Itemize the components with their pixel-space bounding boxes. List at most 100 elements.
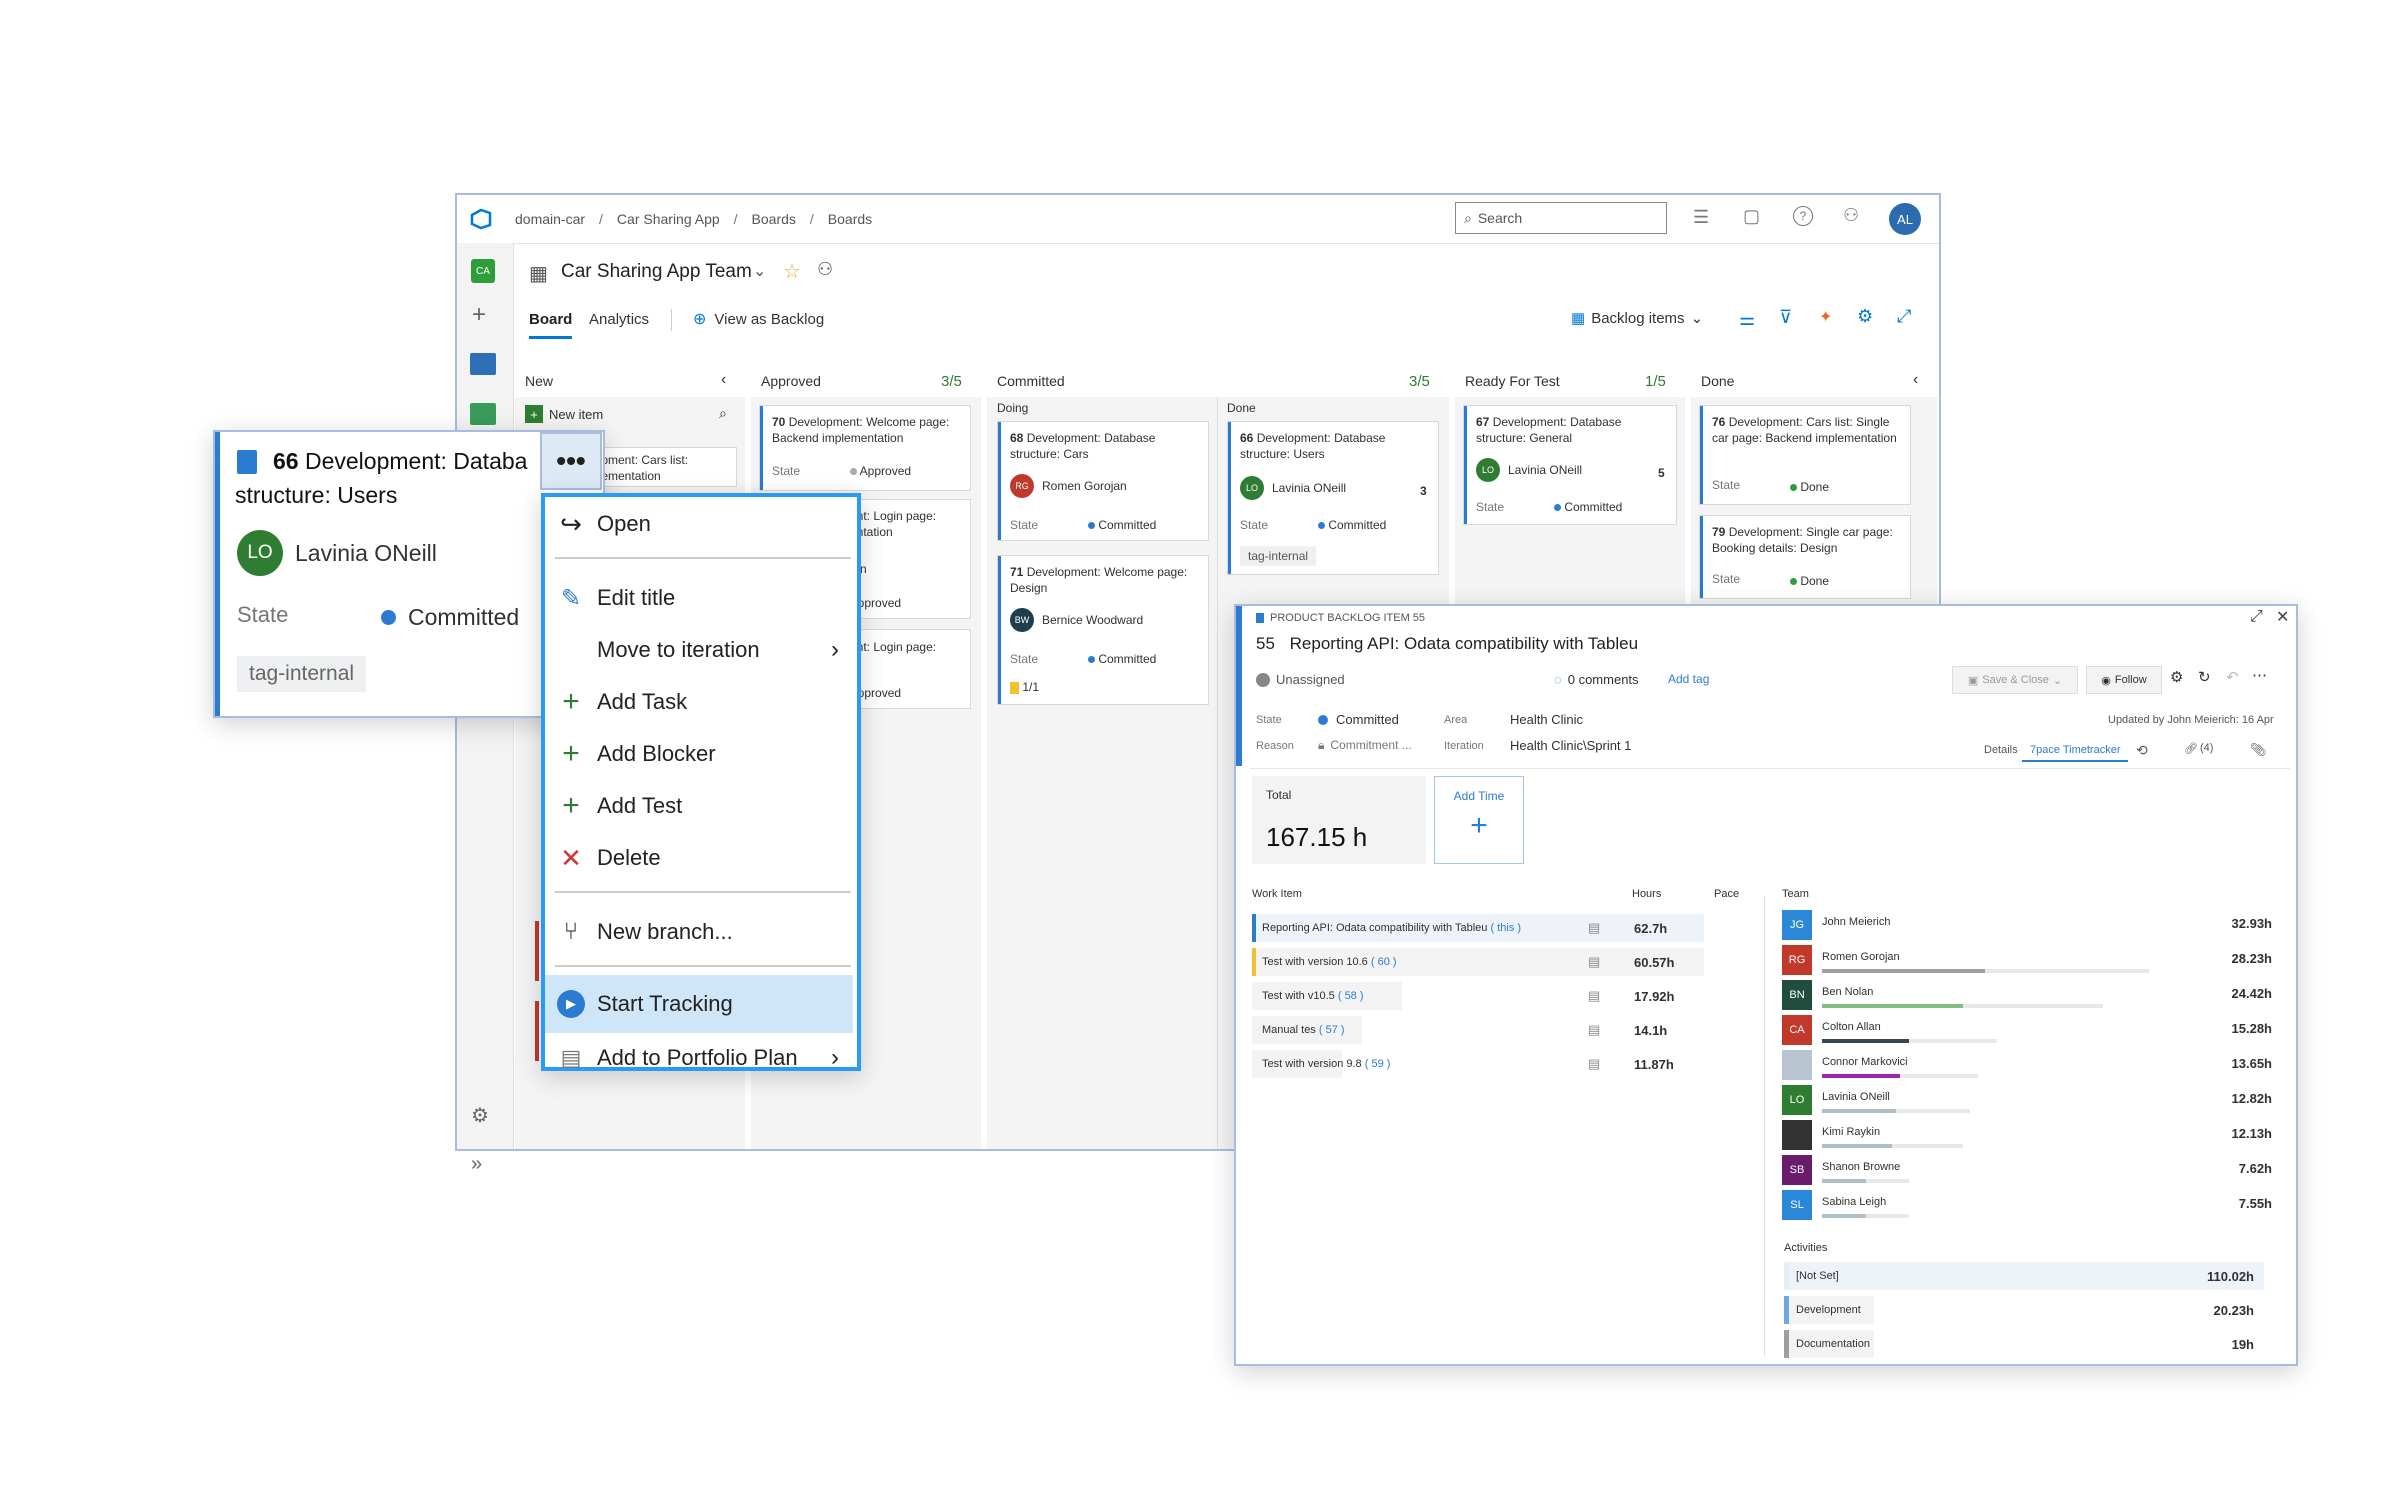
- close-icon[interactable]: ✕: [2276, 607, 2289, 627]
- breadcrumb-boards-page[interactable]: Boards: [828, 211, 872, 227]
- state-field[interactable]: Committed: [1318, 712, 1399, 727]
- tab-7pace-timetracker[interactable]: 7pace Timetracker: [2022, 740, 2129, 762]
- card-title[interactable]: Development: Databa: [305, 448, 527, 474]
- expand-icon[interactable]: ⤢: [2250, 608, 2263, 626]
- breadcrumb-boards[interactable]: Boards: [752, 211, 796, 227]
- team-row[interactable]: BN Ben Nolan 24.42h: [1782, 980, 2282, 1012]
- view-as-backlog-link[interactable]: ⊕ View as Backlog: [693, 309, 824, 329]
- team-row[interactable]: Connor Markovici 13.65h: [1782, 1050, 2282, 1082]
- board-card[interactable]: 67 Development: Database structure: Gene…: [1463, 405, 1677, 525]
- history-icon[interactable]: ⟲: [2136, 742, 2148, 759]
- user-settings-icon[interactable]: ⚇: [1843, 205, 1859, 226]
- boards-icon[interactable]: [470, 403, 496, 425]
- filter-icon[interactable]: ⊽: [1779, 307, 1792, 328]
- add-time-button[interactable]: Add Time +: [1434, 776, 1524, 864]
- team-row[interactable]: SB Shanon Browne 7.62h: [1782, 1155, 2282, 1187]
- menu-item-add-to-portfolio-plan[interactable]: ▤ Add to Portfolio Plan ›: [545, 1033, 853, 1083]
- menu-item-add-blocker[interactable]: + Add Blocker: [545, 729, 853, 779]
- collapse-chevron-icon[interactable]: ‹: [1913, 371, 1918, 389]
- add-tag-button[interactable]: Add tag: [1668, 672, 1709, 686]
- board-card[interactable]: 70 Development: Welcome page: Backend im…: [759, 405, 971, 491]
- settings-gear-icon[interactable]: ⚙: [2170, 668, 2183, 686]
- team-row[interactable]: SL Sabina Leigh 7.55h: [1782, 1190, 2282, 1222]
- table-row[interactable]: Manual tes ( 57 ) ▤ 14.1h: [1252, 1016, 1704, 1044]
- timesheet-icon[interactable]: ▤: [1588, 988, 1600, 1004]
- activity-row[interactable]: Documentation 19h: [1784, 1330, 2264, 1358]
- menu-item-edit-title[interactable]: ✎ Edit title: [545, 573, 853, 623]
- undo-icon[interactable]: ↶: [2226, 668, 2239, 686]
- menu-item-new-branch[interactable]: ⑂ New branch...: [545, 907, 853, 957]
- menu-item-delete[interactable]: ✕ Delete: [545, 833, 853, 883]
- card-title-line2[interactable]: structure: Users: [235, 482, 397, 509]
- table-row[interactable]: Test with version 10.6 ( 60 ) ▤ 60.57h: [1252, 948, 1704, 976]
- search-icon[interactable]: ⌕: [719, 405, 727, 422]
- list-icon[interactable]: ☰: [1693, 207, 1709, 228]
- work-item-title[interactable]: Reporting API: Odata compatibility with …: [1290, 634, 1638, 653]
- activity-row[interactable]: [Not Set] 110.02h: [1784, 1262, 2264, 1290]
- table-row[interactable]: Test with v10.5 ( 58 ) ▤ 17.92h: [1252, 982, 1704, 1010]
- project-avatar[interactable]: CA: [471, 259, 495, 283]
- team-row[interactable]: LO Lavinia ONeill 12.82h: [1782, 1085, 2282, 1117]
- comments-link[interactable]: ◌ 0 comments: [1554, 672, 1639, 687]
- breadcrumb-project[interactable]: Car Sharing App: [617, 211, 720, 227]
- reason-field[interactable]: 🔒︎ Commitment ...: [1318, 738, 1412, 753]
- assignee-picker[interactable]: Unassigned: [1256, 672, 1345, 687]
- board-card[interactable]: 68 Development: Database structure: Cars…: [997, 421, 1209, 541]
- assignee-name[interactable]: Lavinia ONeill: [295, 540, 437, 567]
- menu-item-open[interactable]: ↪ Open: [545, 499, 853, 549]
- menu-item-move-to-iteration[interactable]: Move to iteration ›: [545, 625, 853, 675]
- timesheet-icon[interactable]: ▤: [1588, 954, 1600, 970]
- table-row[interactable]: Reporting API: Odata compatibility with …: [1252, 914, 1704, 942]
- save-close-button[interactable]: ▣ Save & Close ⌄: [1952, 666, 2078, 694]
- team-row[interactable]: CA Colton Allan 15.28h: [1782, 1015, 2282, 1047]
- activity-row[interactable]: Development 20.23h: [1784, 1296, 2264, 1324]
- breadcrumb-org[interactable]: domain-car: [515, 211, 585, 227]
- timesheet-icon[interactable]: ▤: [1588, 1056, 1600, 1072]
- menu-item-add-task[interactable]: + Add Task: [545, 677, 853, 727]
- fullscreen-icon[interactable]: ⤢: [1897, 306, 1911, 327]
- tag-badge[interactable]: tag-internal: [237, 656, 367, 692]
- help-icon[interactable]: ?: [1793, 206, 1813, 226]
- board-card[interactable]: 66 Development: Database structure: User…: [1227, 421, 1439, 575]
- tab-details[interactable]: Details: [1976, 740, 2026, 760]
- chevron-down-icon[interactable]: ⌄: [753, 261, 766, 281]
- team-row[interactable]: Kimi Raykin 12.13h: [1782, 1120, 2282, 1152]
- team-row[interactable]: JG John Meierich 32.93h: [1782, 910, 2282, 942]
- expand-nav-icon[interactable]: »: [471, 1153, 482, 1176]
- user-avatar[interactable]: AL: [1889, 203, 1921, 235]
- links-tab[interactable]: 🔗︎ (4): [2184, 742, 2213, 755]
- iteration-field[interactable]: Health Clinic\Sprint 1: [1510, 738, 1631, 753]
- refresh-icon[interactable]: ↻: [2198, 668, 2211, 686]
- azure-devops-logo-icon[interactable]: [467, 205, 495, 233]
- tab-analytics[interactable]: Analytics: [589, 311, 649, 328]
- team-members-icon[interactable]: ⚇: [817, 259, 833, 280]
- menu-item-add-test[interactable]: + Add Test: [545, 781, 853, 831]
- attachment-icon[interactable]: 📎︎: [2250, 742, 2267, 758]
- collapse-chevron-icon[interactable]: ‹: [721, 371, 726, 389]
- search-box[interactable]: ⌕ Search: [1455, 202, 1667, 234]
- settings-gear-icon[interactable]: ⚙: [471, 1103, 489, 1128]
- more-actions-button[interactable]: •••: [540, 432, 602, 490]
- more-actions-icon[interactable]: ⋯: [2252, 666, 2267, 684]
- overview-icon[interactable]: [470, 353, 496, 375]
- table-row[interactable]: Test with version 9.8 ( 59 ) ▤ 11.87h: [1252, 1050, 1704, 1078]
- team-name[interactable]: Car Sharing App Team: [561, 261, 752, 283]
- backlog-items-dropdown[interactable]: ▦ Backlog items ⌄: [1571, 309, 1703, 328]
- follow-button[interactable]: ◉ Follow: [2086, 666, 2162, 694]
- shopping-bag-icon[interactable]: ▢: [1743, 206, 1760, 227]
- menu-item-start-tracking[interactable]: ▶ Start Tracking: [545, 975, 853, 1033]
- board-card[interactable]: 79 Development: Single car page: Booking…: [1699, 515, 1911, 599]
- tab-board[interactable]: Board: [529, 311, 573, 339]
- board-settings-gear-icon[interactable]: ⚙: [1857, 306, 1873, 327]
- timesheet-icon[interactable]: ▤: [1588, 1022, 1600, 1038]
- column-options-icon[interactable]: ⚌: [1739, 309, 1755, 330]
- team-row[interactable]: RG Romen Gorojan 28.23h: [1782, 945, 2282, 977]
- board-card[interactable]: 76 Development: Cars list: Single car pa…: [1699, 405, 1911, 505]
- board-card[interactable]: 71 Development: Welcome page: Design BW …: [997, 555, 1209, 705]
- pin-icon[interactable]: ✦: [1819, 307, 1832, 327]
- timesheet-icon[interactable]: ▤: [1588, 920, 1600, 936]
- new-item-button[interactable]: + New item: [525, 405, 603, 423]
- favorite-star-icon[interactable]: ☆: [783, 259, 801, 284]
- area-field[interactable]: Health Clinic: [1510, 712, 1583, 727]
- state-value[interactable]: Committed: [381, 604, 519, 631]
